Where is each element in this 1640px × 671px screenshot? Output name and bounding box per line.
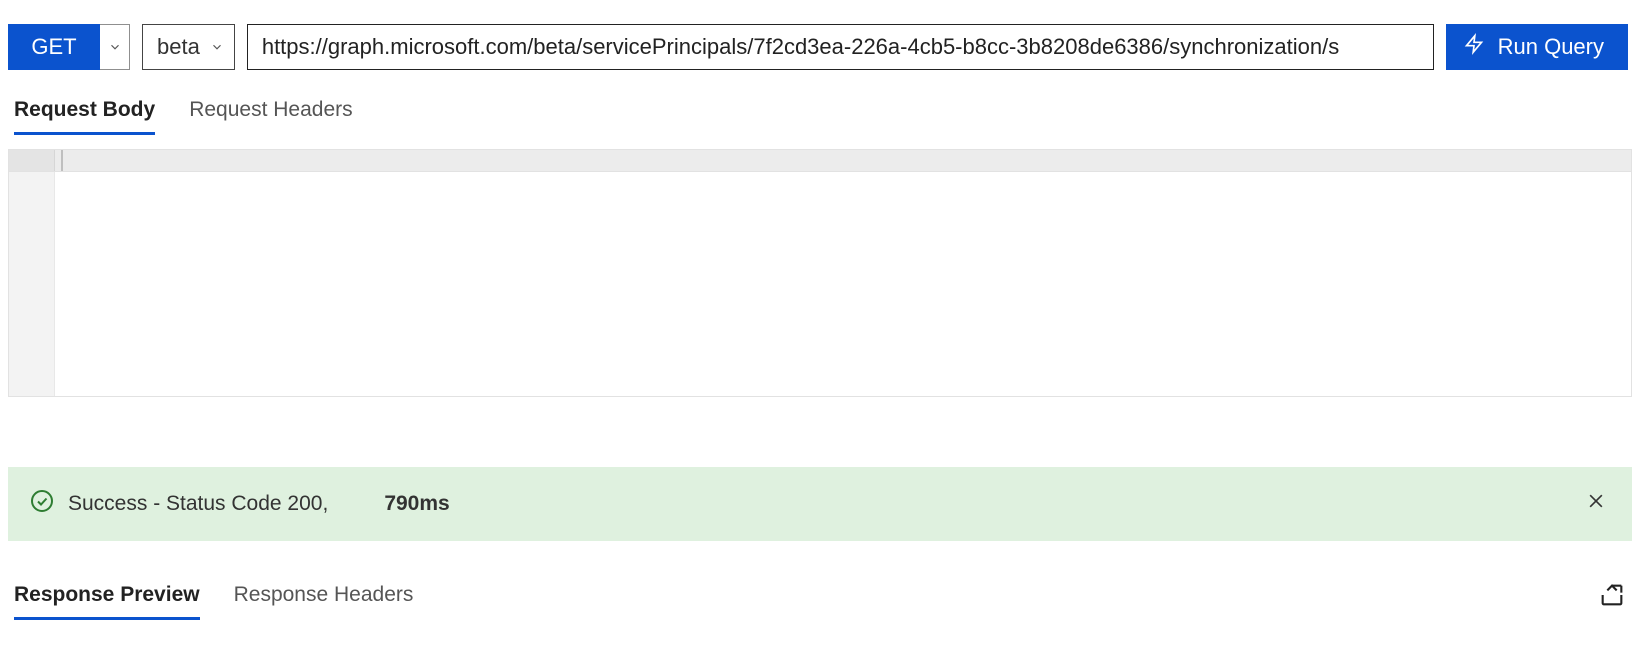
editor-line-gutter — [9, 172, 55, 396]
chevron-down-icon — [210, 34, 224, 60]
tab-response-headers[interactable]: Response Headers — [234, 575, 414, 620]
http-method-label: GET — [8, 24, 100, 70]
request-body-editor — [8, 149, 1632, 397]
run-query-label: Run Query — [1498, 34, 1604, 60]
tab-request-body[interactable]: Request Body — [14, 90, 155, 135]
response-row: Response Preview Response Headers — [14, 575, 1626, 620]
status-message: Success - Status Code 200, — [68, 492, 328, 516]
editor-body — [9, 172, 1631, 396]
api-version-select[interactable]: beta — [142, 24, 235, 70]
success-check-icon — [30, 489, 54, 519]
query-bar: GET beta Run Query — [0, 0, 1640, 82]
request-body-textarea[interactable] — [55, 172, 1631, 396]
response-tabs: Response Preview Response Headers — [14, 575, 413, 620]
lightning-icon — [1464, 32, 1484, 62]
status-banner: Success - Status Code 200, 790ms — [8, 467, 1632, 541]
api-version-label: beta — [157, 34, 200, 60]
http-method-select[interactable]: GET — [8, 24, 130, 70]
tab-request-body-label: Request Body — [14, 98, 155, 121]
tab-request-headers[interactable]: Request Headers — [189, 90, 352, 135]
request-tabs: Request Body Request Headers — [0, 82, 1640, 135]
editor-ruler — [9, 150, 1631, 172]
run-query-button[interactable]: Run Query — [1446, 24, 1628, 70]
tab-response-headers-label: Response Headers — [234, 583, 414, 606]
editor-gutter-top — [9, 150, 55, 171]
status-time: 790ms — [384, 492, 449, 516]
tab-response-preview[interactable]: Response Preview — [14, 575, 200, 620]
close-icon[interactable] — [1586, 491, 1606, 517]
tab-request-headers-label: Request Headers — [189, 98, 352, 121]
editor-cursor-mark — [61, 150, 63, 171]
tab-response-preview-label: Response Preview — [14, 583, 200, 606]
chevron-down-icon[interactable] — [100, 24, 130, 70]
request-url-input[interactable] — [247, 24, 1434, 70]
share-icon[interactable] — [1598, 581, 1626, 614]
